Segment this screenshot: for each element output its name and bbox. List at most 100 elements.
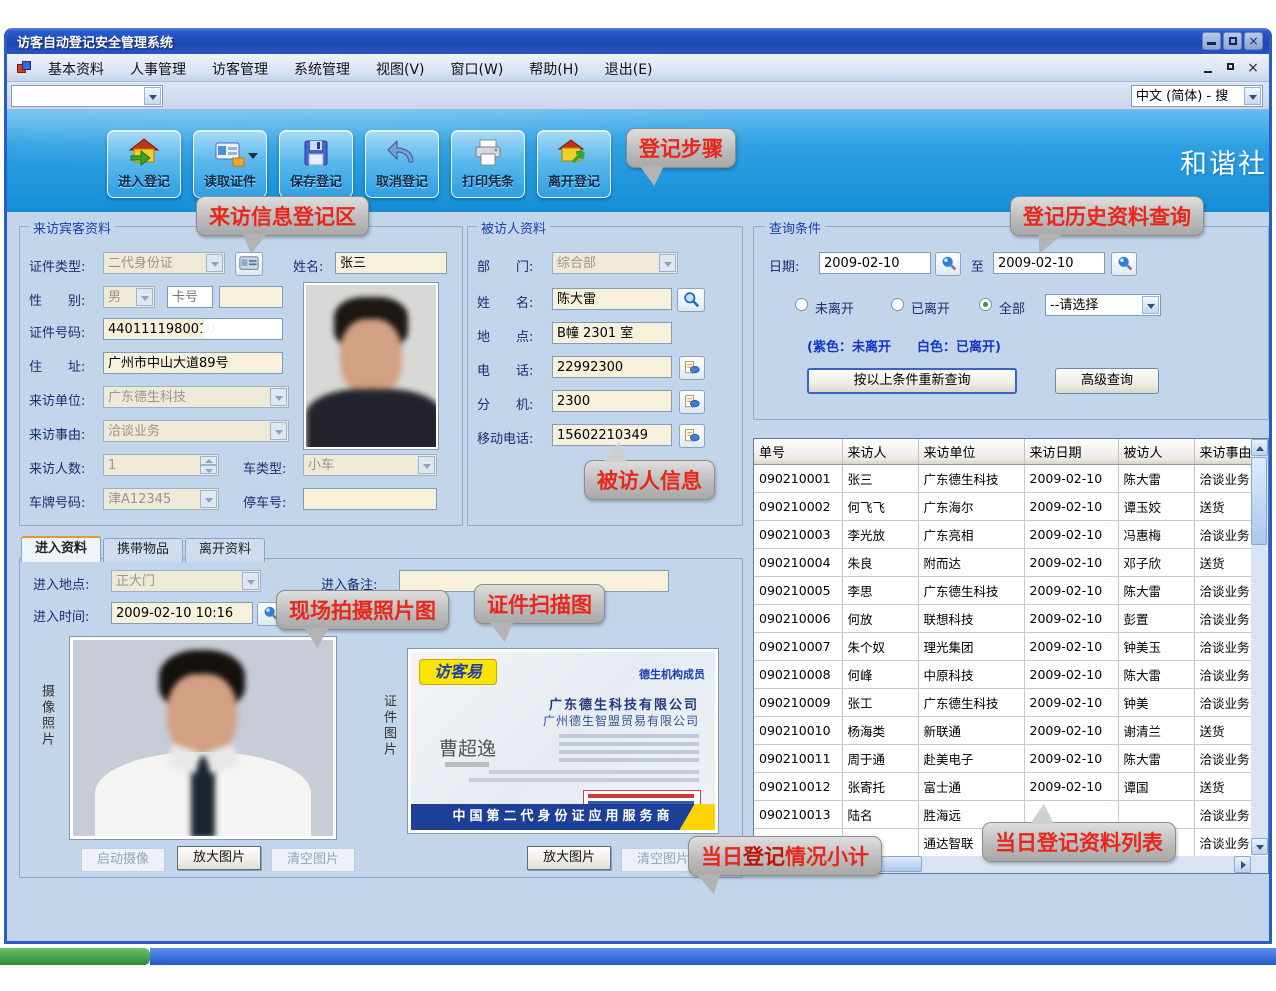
entry-time-input[interactable]: 2009-02-10 10:16	[111, 602, 253, 624]
visited-name-input[interactable]: 陈大雷	[552, 288, 672, 310]
table-cell[interactable]: 何放	[842, 604, 918, 632]
cert-no-input[interactable]: 4401111980010	[103, 318, 283, 340]
table-cell[interactable]: 2009-02-10	[1024, 548, 1118, 576]
menu-item-5[interactable]: 窗口(W)	[438, 54, 517, 82]
table-cell[interactable]: 2009-02-10	[1024, 464, 1118, 492]
tab-entry-info[interactable]: 进入资料	[21, 536, 101, 562]
table-cell[interactable]: 陈大雷	[1118, 660, 1194, 688]
table-cell[interactable]: 洽谈业务	[1194, 604, 1254, 632]
table-cell[interactable]: 洽谈业务	[1194, 660, 1254, 688]
table-cell[interactable]: 广东德生科技	[918, 464, 1024, 492]
vscroll-thumb[interactable]	[1251, 457, 1267, 545]
scroll-right-button[interactable]	[1234, 856, 1251, 873]
table-cell[interactable]: 090210006	[754, 604, 842, 632]
table-cell[interactable]: 李思	[842, 576, 918, 604]
radio-all[interactable]	[979, 298, 992, 311]
table-cell[interactable]: 2009-02-10	[1024, 492, 1118, 520]
column-header-1[interactable]: 来访人	[842, 439, 918, 464]
table-cell[interactable]: 钟美	[1118, 688, 1194, 716]
language-select[interactable]: 中文 (简体) - 搜	[1131, 85, 1263, 107]
cert-type-select[interactable]: 二代身份证	[103, 252, 225, 274]
address-input[interactable]: 广州市中山大道89号	[103, 352, 283, 374]
table-row[interactable]: 090210008何峰中原科技2009-02-10陈大雷洽谈业务	[754, 660, 1254, 688]
table-cell[interactable]: 谭国	[1118, 772, 1194, 800]
tab-carried-items[interactable]: 携带物品	[103, 538, 183, 562]
close-button[interactable]: ×	[1244, 32, 1263, 50]
table-cell[interactable]: 陆名	[842, 800, 918, 828]
table-cell[interactable]: 理光集团	[918, 632, 1024, 660]
table-cell[interactable]: 新联通	[918, 716, 1024, 744]
menu-item-6[interactable]: 帮助(H)	[516, 54, 591, 82]
table-row[interactable]: 090210006何放联想科技2009-02-10彭置洽谈业务	[754, 604, 1254, 632]
table-cell[interactable]: 朱良	[842, 548, 918, 576]
taskbar-start-fragment[interactable]	[0, 948, 150, 965]
scroll-down-button[interactable]	[1251, 838, 1268, 855]
table-cell[interactable]: 090210011	[754, 744, 842, 772]
phone-input[interactable]: 22992300	[552, 356, 672, 378]
table-cell[interactable]: 洽谈业务	[1194, 520, 1254, 548]
table-cell[interactable]: 洽谈业务	[1194, 688, 1254, 716]
menu-item-4[interactable]: 视图(V)	[363, 54, 438, 82]
mdi-restore-button[interactable]	[1223, 61, 1239, 76]
date-from-picker-button[interactable]	[935, 252, 961, 276]
column-header-3[interactable]: 来访日期	[1024, 439, 1118, 464]
clear-photo-button[interactable]: 清空图片	[271, 848, 355, 872]
column-header-0[interactable]: 单号	[754, 439, 842, 464]
table-row[interactable]: 090210005李思广东德生科技2009-02-10陈大雷洽谈业务	[754, 576, 1254, 604]
tab-leave-info[interactable]: 离开资料	[185, 538, 265, 562]
enter-register-button[interactable]: 进入登记	[107, 130, 181, 198]
plate-no-select[interactable]: 津A12345	[103, 488, 219, 510]
visitor-count-spinner[interactable]: 1	[103, 454, 219, 476]
search-person-button[interactable]	[677, 288, 705, 312]
table-cell[interactable]: 2009-02-10	[1024, 716, 1118, 744]
table-row[interactable]: 090210012张寄托富士通2009-02-10谭国送货	[754, 772, 1254, 800]
save-register-button[interactable]: 保存登记	[279, 130, 353, 198]
table-cell[interactable]: 2009-02-10	[1024, 744, 1118, 772]
table-row[interactable]: 090210010杨海类新联通2009-02-10谢清兰送货	[754, 716, 1254, 744]
table-cell[interactable]: 洽谈业务	[1194, 632, 1254, 660]
table-cell[interactable]: 何飞飞	[842, 492, 918, 520]
table-cell[interactable]: 090210003	[754, 520, 842, 548]
mdi-close-button[interactable]: ×	[1245, 61, 1261, 76]
table-cell[interactable]: 广东德生科技	[918, 576, 1024, 604]
menu-item-1[interactable]: 人事管理	[117, 54, 199, 82]
table-cell[interactable]: 送货	[1194, 492, 1254, 520]
table-cell[interactable]: 谭玉姣	[1118, 492, 1194, 520]
leave-register-button[interactable]: 离开登记	[537, 130, 611, 198]
menu-item-7[interactable]: 退出(E)	[592, 54, 666, 82]
spinner-down-icon[interactable]	[200, 465, 217, 474]
table-cell[interactable]: 广东德生科技	[918, 688, 1024, 716]
entry-place-select[interactable]: 正大门	[111, 570, 261, 592]
table-cell[interactable]: 090210002	[754, 492, 842, 520]
vehicle-type-select[interactable]: 小车	[303, 454, 437, 476]
advanced-query-button[interactable]: 高级查询	[1055, 368, 1159, 394]
date-from-input[interactable]: 2009-02-10	[819, 252, 931, 274]
table-cell[interactable]: 送货	[1194, 548, 1254, 576]
date-to-input[interactable]: 2009-02-10	[993, 252, 1105, 274]
radio-not-left[interactable]	[795, 298, 808, 311]
table-cell[interactable]: 2009-02-10	[1024, 576, 1118, 604]
table-cell[interactable]: 洽谈业务	[1194, 464, 1254, 492]
read-card-button[interactable]: 读取证件	[193, 130, 267, 198]
table-cell[interactable]: 090210010	[754, 716, 842, 744]
scroll-up-button[interactable]	[1251, 439, 1268, 456]
table-cell[interactable]: 中原科技	[918, 660, 1024, 688]
table-cell[interactable]: 2009-02-10	[1024, 632, 1118, 660]
vertical-scrollbar[interactable]	[1251, 439, 1268, 855]
table-cell[interactable]: 090210007	[754, 632, 842, 660]
table-cell[interactable]: 周于通	[842, 744, 918, 772]
table-cell[interactable]: 洽谈业务	[1194, 800, 1254, 828]
mdi-minimize-button[interactable]	[1201, 61, 1217, 76]
visitor-name-input[interactable]: 张三	[335, 252, 447, 274]
table-cell[interactable]: 090210004	[754, 548, 842, 576]
table-row[interactable]: 090210007朱个奴理光集团2009-02-10钟美玉洽谈业务	[754, 632, 1254, 660]
table-cell[interactable]: 090210005	[754, 576, 842, 604]
table-cell[interactable]: 张寄托	[842, 772, 918, 800]
table-cell[interactable]: 何峰	[842, 660, 918, 688]
table-cell[interactable]: 陈大雷	[1118, 576, 1194, 604]
card-no-input[interactable]	[219, 286, 283, 308]
start-camera-button[interactable]: 启动摄像	[81, 848, 165, 872]
spinner-up-icon[interactable]	[200, 456, 217, 465]
table-cell[interactable]: 冯惠梅	[1118, 520, 1194, 548]
menu-item-2[interactable]: 访客管理	[199, 54, 281, 82]
